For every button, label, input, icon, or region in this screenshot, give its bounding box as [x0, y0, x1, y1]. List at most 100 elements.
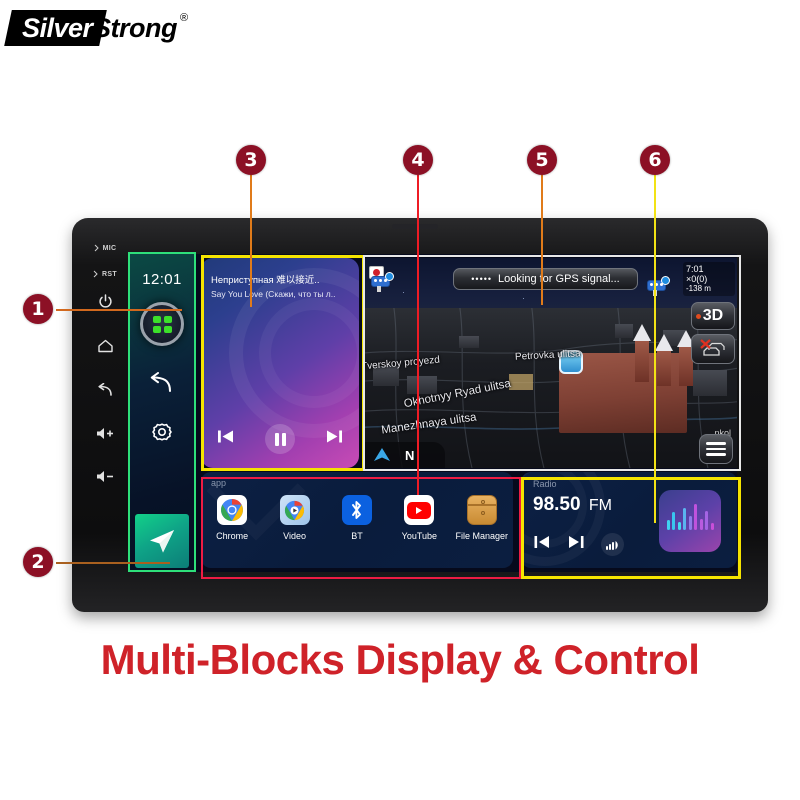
- app-item-video[interactable]: Video: [268, 495, 322, 541]
- screenshot-root: Silver Strong ® 1 2 3 4 5 6 MIC RST 12:0…: [0, 0, 800, 800]
- app-label-video: Video: [283, 531, 306, 541]
- map-speed-camera-poi-left[interactable]: [369, 266, 394, 292]
- touchscreen[interactable]: 12:01 Неприступная 难以接近.. Say You Love (…: [129, 254, 737, 572]
- app-icon-list: Chrome Video BT YouTube File Manager: [201, 495, 513, 541]
- sidebar-panel: 12:01: [129, 254, 195, 572]
- callout-badge-1-label: 1: [31, 298, 45, 320]
- volume-up-icon[interactable]: [96, 427, 115, 440]
- callout-badge-4: 4: [403, 145, 433, 175]
- app-label-bt: BT: [351, 531, 363, 541]
- app-label-youtube: YouTube: [401, 531, 438, 541]
- leader-line-6: [654, 175, 656, 523]
- app-item-file-manager[interactable]: File Manager: [455, 495, 509, 541]
- previous-track-icon: [218, 430, 233, 443]
- app-item-youtube[interactable]: YouTube: [392, 495, 446, 541]
- navigation-launch-button[interactable]: [135, 514, 189, 568]
- gps-time: 7:01: [686, 264, 704, 274]
- registered-trademark-icon: ®: [180, 12, 189, 24]
- power-icon[interactable]: [98, 294, 113, 309]
- radio-frequency: 98.50 FM: [533, 494, 612, 516]
- leader-line-4: [417, 175, 419, 495]
- reset-button[interactable]: RST: [93, 270, 117, 278]
- audio-waveform-icon[interactable]: [659, 490, 721, 552]
- video-player-icon: [279, 495, 310, 525]
- logo-silver-text: Silver: [22, 13, 93, 43]
- callout-badge-1: 1: [23, 294, 53, 324]
- gps-status-banner: ••••• Looking for GPS signal...: [453, 268, 638, 290]
- sidebar-settings-gear-icon[interactable]: [150, 422, 174, 451]
- radio-previous-button[interactable]: [533, 534, 551, 555]
- compass-direction-label: N: [405, 447, 415, 463]
- back-icon[interactable]: [97, 383, 114, 397]
- poi-badge-icon-2: [661, 276, 670, 285]
- radio-label: Radio: [533, 479, 557, 489]
- leader-line-3: [250, 175, 252, 307]
- pause-icon: [274, 432, 286, 446]
- compass-arrow-icon: [374, 448, 390, 461]
- chrome-icon: [217, 495, 248, 525]
- radio-band-label: FM: [588, 497, 612, 514]
- map-tower-1: [633, 324, 651, 382]
- app-dock-label: app: [211, 478, 227, 488]
- page-title: Multi-Blocks Display & Control: [100, 636, 700, 683]
- previous-station-icon: [534, 536, 549, 548]
- navigation-send-icon: [150, 530, 174, 553]
- map-traffic-toggle-button[interactable]: [691, 334, 735, 364]
- 3d-led-indicator: [696, 314, 701, 319]
- music-controls: [201, 424, 359, 454]
- music-widget[interactable]: Неприступная 难以接近.. Say You Love (Скажи,…: [201, 258, 359, 468]
- music-track-subtitle: Say You Love (Скажи, что ты л..: [211, 289, 336, 299]
- app-dock[interactable]: app Chrome Video BT YouTube File Manager: [201, 472, 513, 568]
- physical-button-bezel: MIC RST: [82, 244, 128, 544]
- logo-black-block: Silver: [4, 10, 107, 46]
- volume-down-icon[interactable]: [96, 470, 115, 483]
- app-item-bt[interactable]: BT: [330, 495, 384, 541]
- mic-button[interactable]: MIC: [94, 244, 117, 252]
- music-ring-decoration-2: [259, 298, 359, 408]
- map-compass[interactable]: N: [363, 442, 445, 468]
- home-icon[interactable]: [97, 339, 114, 353]
- radio-widget[interactable]: Radio 98.50 FM: [521, 472, 737, 568]
- callout-badge-4-label: 4: [411, 149, 425, 171]
- callout-badge-2: 2: [23, 547, 53, 577]
- gps-loading-dots: •••••: [471, 274, 493, 284]
- radio-controls: [533, 533, 624, 556]
- poi-badge-icon: [385, 272, 394, 281]
- gps-satellite-count: ×0(0): [686, 274, 708, 284]
- callout-badge-5-label: 5: [535, 149, 549, 171]
- map-3d-label: 3D: [702, 307, 724, 324]
- app-label-chrome: Chrome: [216, 531, 249, 541]
- app-label-file-manager: File Manager: [455, 531, 509, 541]
- music-previous-button[interactable]: [216, 428, 235, 450]
- sidebar-clock: 12:01: [142, 271, 182, 288]
- music-play-pause-button[interactable]: [265, 424, 295, 454]
- app-grid-dots: [152, 315, 172, 333]
- next-track-icon: [327, 430, 342, 443]
- bluetooth-icon: [341, 495, 372, 525]
- music-next-button[interactable]: [325, 428, 344, 450]
- radio-next-button[interactable]: [567, 534, 585, 555]
- radio-frequency-value: 98.50: [533, 494, 581, 515]
- poi-pole: [377, 286, 381, 292]
- leader-line-1: [56, 309, 182, 311]
- gps-status-text: Looking for GPS signal...: [498, 273, 620, 285]
- callout-badge-6-label: 6: [648, 149, 662, 171]
- map-speed-camera-poi-right[interactable]: [645, 270, 670, 296]
- mic-button-label: MIC: [102, 244, 117, 252]
- youtube-icon: [404, 495, 435, 525]
- gps-info-readout: 7:01 ×0(0) -138 m: [683, 262, 735, 296]
- music-track-title: Неприступная 难以接近..: [211, 275, 320, 286]
- callout-badge-6: 6: [640, 145, 670, 175]
- app-item-chrome[interactable]: Chrome: [205, 495, 259, 541]
- map-menu-button[interactable]: [699, 434, 733, 464]
- sidebar-back-icon[interactable]: [149, 372, 175, 398]
- gps-altitude: -138 m: [686, 284, 711, 293]
- leader-line-2: [56, 562, 170, 564]
- radio-equalizer-button[interactable]: [601, 533, 624, 556]
- callout-badge-5: 5: [527, 145, 557, 175]
- map-3d-toggle-button[interactable]: 3D: [691, 302, 735, 330]
- callout-badge-3-label: 3: [244, 149, 258, 171]
- map-widget[interactable]: Tverskoy proyezd Petrovka ulitsa Okhotny…: [363, 258, 737, 468]
- reset-button-label: RST: [102, 270, 117, 278]
- leader-line-5: [541, 175, 543, 305]
